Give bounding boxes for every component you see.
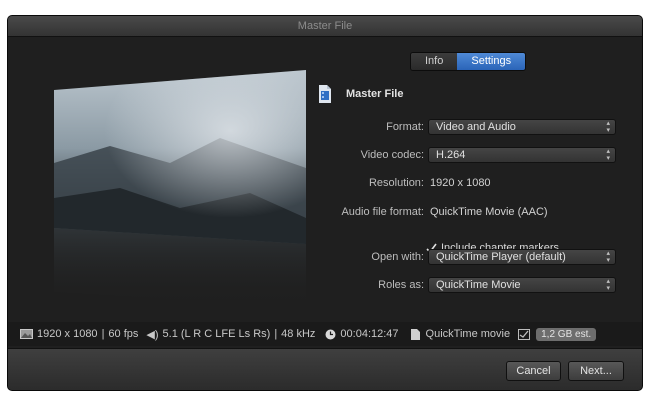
roles-value: QuickTime Movie	[436, 279, 521, 291]
document-icon	[319, 85, 331, 103]
audio-format-value: QuickTime Movie (AAC)	[430, 206, 548, 218]
open-with-popup[interactable]: QuickTime Player (default) ▴ ▾	[428, 249, 616, 265]
speaker-icon: ◀)	[146, 328, 159, 341]
open-with-value: QuickTime Player (default)	[436, 251, 566, 263]
format-value: Video and Audio	[436, 121, 516, 133]
duration-summary: 00:04:12:47	[325, 328, 399, 340]
video-codec-row: Video codec: H.264 ▴ ▾	[258, 147, 616, 163]
roles-popup[interactable]: QuickTime Movie ▴ ▾	[428, 277, 616, 293]
file-icon	[410, 328, 420, 340]
destination-header: Master File	[318, 85, 403, 103]
resolution-label: Resolution:	[368, 177, 424, 189]
summary-duration: 00:04:12:47	[340, 328, 399, 340]
roles-label: Roles as:	[378, 279, 424, 291]
size-estimate-badge: 1,2 GB est.	[536, 327, 597, 341]
summary-resolution: 1920 x 1080	[37, 328, 98, 340]
open-with-row: Open with: QuickTime Player (default) ▴ ▾	[258, 249, 616, 265]
resolution-row: Resolution: 1920 x 1080	[258, 175, 491, 191]
summary-container: QuickTime movie	[425, 328, 511, 340]
tab-info[interactable]: Info	[411, 53, 458, 70]
popup-arrows-icon: ▴ ▾	[606, 250, 610, 264]
resolution-value: 1920 x 1080	[430, 177, 491, 189]
summary-bar: 1920 x 1080 | 60 fps ◀) 5.1 (L R C LFE L…	[8, 322, 642, 346]
window-title: Master File	[8, 16, 642, 37]
next-button[interactable]: Next...	[568, 361, 624, 381]
roles-row: Roles as: QuickTime Movie ▴ ▾	[258, 277, 616, 293]
popup-arrows-icon: ▴ ▾	[606, 278, 610, 292]
video-codec-popup[interactable]: H.264 ▴ ▾	[428, 147, 616, 163]
popup-arrows-icon: ▴ ▾	[606, 120, 610, 134]
audio-format-label: Audio file format:	[341, 206, 424, 218]
button-bar: Cancel Next...	[8, 348, 642, 390]
separator: |	[274, 328, 278, 340]
format-label: Format:	[386, 121, 424, 133]
tab-settings[interactable]: Settings	[457, 53, 526, 70]
video-codec-label: Video codec:	[360, 149, 424, 161]
audio-format-row: Audio file format: QuickTime Movie (AAC)	[258, 204, 548, 220]
container-summary: QuickTime movie 1,2 GB est.	[410, 327, 597, 341]
format-row: Format: Video and Audio ▴ ▾	[258, 119, 616, 135]
summary-fps: 60 fps	[108, 328, 139, 340]
popup-arrows-icon: ▴ ▾	[606, 148, 610, 162]
share-window: Master File Info Settings Master File Fo…	[8, 16, 642, 390]
audio-summary: ◀) 5.1 (L R C LFE Ls Rs) | 48 kHz	[146, 328, 315, 341]
frame-size-icon	[20, 329, 33, 339]
open-with-label: Open with:	[371, 251, 424, 263]
video-codec-value: H.264	[436, 149, 466, 161]
cancel-button[interactable]: Cancel	[506, 361, 561, 381]
format-popup[interactable]: Video and Audio ▴ ▾	[428, 119, 616, 135]
summary-sample-rate: 48 kHz	[281, 328, 316, 340]
summary-audio: 5.1 (L R C LFE Ls Rs)	[162, 328, 271, 340]
compatibility-icon	[518, 328, 531, 340]
tab-bar: Info Settings	[410, 52, 527, 71]
header-title: Master File	[346, 88, 404, 100]
clock-icon	[325, 329, 336, 339]
separator: |	[101, 328, 105, 340]
resolution-summary: 1920 x 1080 | 60 fps	[20, 328, 138, 340]
